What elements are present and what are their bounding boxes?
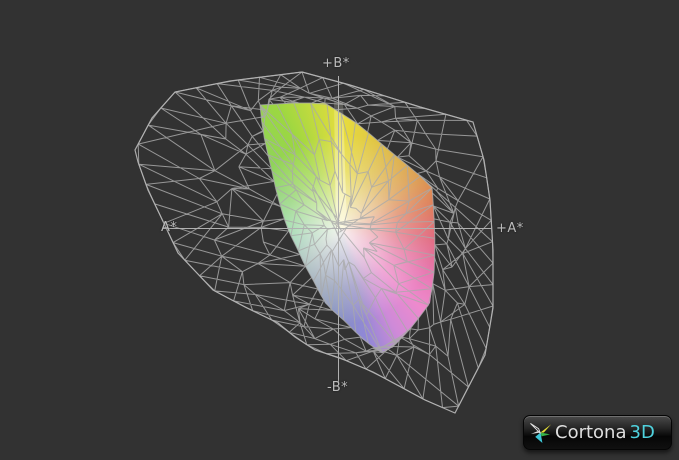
cortona3d-logo-button[interactable]: Cortona 3D: [523, 415, 672, 450]
logo-text-3d: 3D: [629, 421, 655, 443]
viewer-3d-viewport[interactable]: +B* -B* A* +A* Cortona 3D: [0, 0, 679, 460]
axis-label-a-left: A*: [161, 220, 178, 235]
cortona3d-pinwheel-icon: [530, 422, 552, 444]
axis-label-minus-b: -B*: [327, 380, 349, 395]
logo-text-cortona: Cortona: [555, 421, 627, 443]
axis-label-plus-a: +A*: [496, 221, 524, 236]
axis-label-plus-b: +B*: [322, 56, 350, 71]
